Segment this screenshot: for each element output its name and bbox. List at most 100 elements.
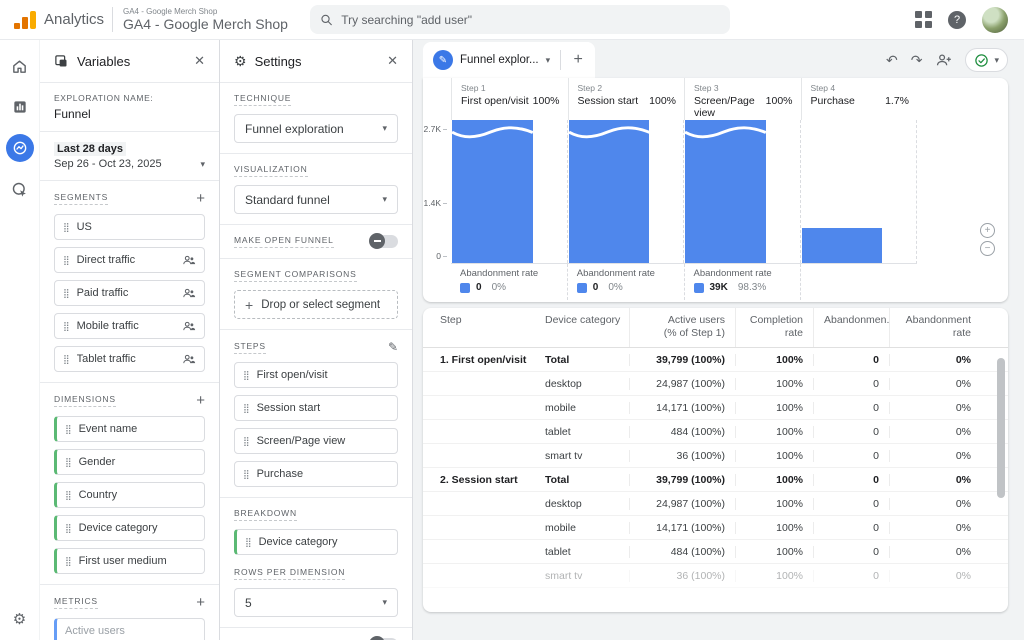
step-name: Purchase <box>811 95 855 107</box>
redo-icon[interactable]: ↷ <box>911 53 923 67</box>
table-row[interactable]: mobile 14,171 (100%) 100% 0 0% <box>423 516 1008 540</box>
gear-icon: ⚙ <box>234 53 247 70</box>
funnel-bar-purchase[interactable] <box>802 228 883 263</box>
search-input[interactable] <box>341 13 720 27</box>
table-row[interactable]: 1. First open/visit Total 39,799 (100%) … <box>423 348 1008 372</box>
abandonment-cell-4 <box>800 264 917 300</box>
exploration-name-value[interactable]: Funnel <box>54 107 205 121</box>
col-header-device[interactable]: Device category <box>535 308 629 347</box>
y-axis-tick: 1.4K <box>423 198 447 208</box>
dimensions-label: DIMENSIONS <box>54 394 116 407</box>
variables-icon <box>54 54 69 69</box>
segment-chip-us[interactable]: ⣿ US <box>54 214 205 240</box>
funnel-step-header-2[interactable]: Step 2 Session start 100% <box>568 78 685 120</box>
funnel-bar-screen-page-view[interactable] <box>685 120 766 263</box>
dimension-chip-event-name[interactable]: ⣿ Event name <box>54 416 205 442</box>
share-person-icon[interactable] <box>935 53 952 67</box>
add-segment-icon[interactable]: + <box>196 191 205 206</box>
top-app-bar: Analytics GA4 - Google Merch Shop GA4 - … <box>0 0 1024 40</box>
segment-chip-tablet-traffic[interactable]: ⣿ Tablet traffic <box>54 346 205 372</box>
funnel-chart-card: Step 1 First open/visit 100% Step 2 Sess… <box>423 78 1008 302</box>
col-header-abandonment-rate[interactable]: Abandonment rate <box>889 308 981 347</box>
explore-icon[interactable] <box>6 134 34 162</box>
segment-chip-direct-traffic[interactable]: ⣿ Direct traffic <box>54 247 205 273</box>
funnel-step-header-3[interactable]: Step 3 Screen/Page view 100% <box>684 78 801 120</box>
funnel-step-header-1[interactable]: Step 1 First open/visit 100% <box>451 78 568 120</box>
tab-funnel-exploration[interactable]: ✎ Funnel explor... ▾ <box>423 42 560 78</box>
funnel-bar-first-open-visit[interactable] <box>452 120 533 263</box>
funnel-step-header-4[interactable]: Step 4 Purchase 1.7% <box>801 78 918 120</box>
funnel-column-2 <box>567 120 684 263</box>
date-preset: Last 28 days <box>54 142 126 156</box>
exploration-canvas: ✎ Funnel explor... ▾ + ↶ ↷ ▾ <box>413 40 1024 640</box>
col-header-abandonments[interactable]: Abandonmen... <box>813 308 889 347</box>
home-icon[interactable] <box>6 52 34 80</box>
table-row[interactable]: mobile 14,171 (100%) 100% 0 0% <box>423 396 1008 420</box>
open-funnel-toggle[interactable] <box>371 235 398 248</box>
edit-steps-icon[interactable]: ✎ <box>388 340 398 354</box>
chevron-down-icon: ▾ <box>382 123 387 134</box>
advertising-icon[interactable] <box>6 175 34 203</box>
axis-break-wave <box>569 124 650 142</box>
drag-handle-icon: ⣿ <box>63 288 70 299</box>
col-header-step[interactable]: Step <box>423 308 535 347</box>
table-scrollbar[interactable] <box>997 358 1005 498</box>
metric-chip-active-users[interactable]: Active users <box>54 618 205 640</box>
nav-rail: ⚙ <box>0 40 40 640</box>
segment-chip-mobile-traffic[interactable]: ⣿ Mobile traffic <box>54 313 205 339</box>
property-selector[interactable]: GA4 - Google Merch Shop GA4 - Google Mer… <box>112 7 288 32</box>
dimension-chip-gender[interactable]: ⣿ Gender <box>54 449 205 475</box>
technique-select[interactable]: Funnel exploration ▾ <box>234 114 398 143</box>
segment-chip-paid-traffic[interactable]: ⣿ Paid traffic <box>54 280 205 306</box>
table-row[interactable]: tablet 484 (100%) 100% 0 0% <box>423 540 1008 564</box>
step-chip-screen-page-view[interactable]: ⣿ Screen/Page view <box>234 428 398 454</box>
drag-handle-icon: ⣿ <box>243 469 250 480</box>
add-dimension-icon[interactable]: + <box>196 393 205 408</box>
funnel-bar-session-start[interactable] <box>569 120 650 263</box>
zoom-in-icon[interactable]: + <box>980 223 995 238</box>
col-header-completion-rate[interactable]: Completion rate <box>735 308 813 347</box>
step-rate: 100% <box>766 95 793 119</box>
global-search[interactable] <box>310 5 730 34</box>
status-menu[interactable]: ▾ <box>965 48 1008 72</box>
settings-panel: ⚙ Settings ✕ TECHNIQUE Funnel exploratio… <box>220 40 413 640</box>
table-row[interactable]: smart tv 36 (100%) 100% 0 0% <box>423 564 1008 588</box>
apps-grid-icon[interactable] <box>915 11 932 28</box>
admin-gear-icon[interactable]: ⚙ <box>13 610 26 628</box>
undo-icon[interactable]: ↶ <box>886 53 898 67</box>
step-chip-first-open-visit[interactable]: ⣿ First open/visit <box>234 362 398 388</box>
table-row[interactable]: desktop 24,987 (100%) 100% 0 0% <box>423 492 1008 516</box>
segment-drop-zone[interactable]: + Drop or select segment <box>234 290 398 319</box>
step-chip-purchase[interactable]: ⣿ Purchase <box>234 461 398 487</box>
table-row[interactable]: 2. Session start Total 39,799 (100%) 100… <box>423 468 1008 492</box>
step-chip-session-start[interactable]: ⣿ Session start <box>234 395 398 421</box>
avatar[interactable] <box>982 7 1008 33</box>
close-icon[interactable]: ✕ <box>194 53 205 69</box>
drag-handle-icon: ⣿ <box>65 490 72 501</box>
add-metric-icon[interactable]: + <box>196 595 205 610</box>
dimension-chip-first-user-medium[interactable]: ⣿ First user medium <box>54 548 205 574</box>
chevron-down-icon: ▾ <box>382 194 387 205</box>
exploration-name-label: EXPLORATION NAME: <box>54 93 205 103</box>
visualization-select[interactable]: Standard funnel ▾ <box>234 185 398 214</box>
zoom-out-icon[interactable]: − <box>980 241 995 256</box>
search-icon <box>320 13 333 27</box>
table-row[interactable]: desktop 24,987 (100%) 100% 0 0% <box>423 372 1008 396</box>
dimension-chip-country[interactable]: ⣿ Country <box>54 482 205 508</box>
reports-icon[interactable] <box>6 93 34 121</box>
steps-label: STEPS <box>234 341 266 354</box>
legend-swatch <box>694 283 704 293</box>
breakdown-chip-device-category[interactable]: ⣿ Device category <box>234 529 398 555</box>
funnel-table-card: Step Device category Active users (% of … <box>423 308 1008 612</box>
close-icon[interactable]: ✕ <box>387 53 398 69</box>
table-row[interactable]: tablet 484 (100%) 100% 0 0% <box>423 420 1008 444</box>
table-row[interactable]: smart tv 36 (100%) 100% 0 0% <box>423 444 1008 468</box>
rows-per-dimension-select[interactable]: 5 ▾ <box>234 588 398 617</box>
col-header-active-users[interactable]: Active users (% of Step 1) <box>629 308 735 347</box>
date-range-picker[interactable]: Last 28 days Sep 26 - Oct 23, 2025 ▾ <box>40 132 219 181</box>
help-icon[interactable]: ? <box>948 11 966 29</box>
dimension-chip-device-category[interactable]: ⣿ Device category <box>54 515 205 541</box>
people-icon <box>182 254 196 266</box>
app-name: Analytics <box>44 11 104 28</box>
add-tab-button[interactable]: + <box>561 42 595 78</box>
